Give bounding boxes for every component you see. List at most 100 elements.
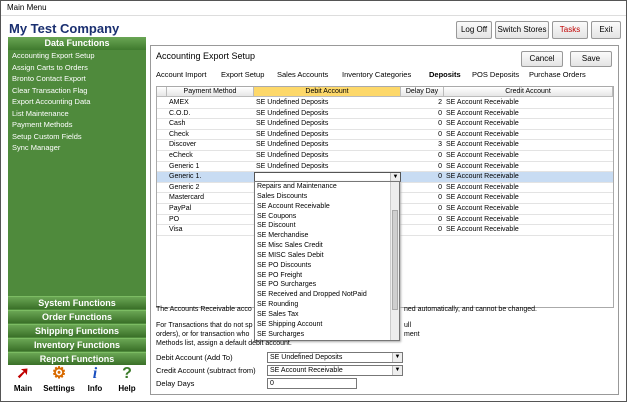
- dropdown-option[interactable]: SE Received and Dropped NotPaid: [255, 290, 399, 300]
- payment-method-cell[interactable]: PO: [167, 215, 254, 225]
- chevron-down-icon[interactable]: ▼: [390, 173, 400, 182]
- sidebar-item-clear-transaction-flag[interactable]: Clear Transaction Flag: [8, 85, 146, 97]
- credit-account-cell[interactable]: SE Account Receivable: [444, 130, 613, 140]
- row-indicator[interactable]: [157, 183, 167, 193]
- payment-method-cell[interactable]: Generic 1: [167, 162, 254, 172]
- sidebar-item-sync-manager[interactable]: Sync Manager: [8, 142, 146, 154]
- sidebar-header[interactable]: Data Functions: [8, 37, 146, 50]
- payment-method-cell[interactable]: Generic 1.: [167, 172, 254, 182]
- column-header-payment-method[interactable]: Payment Method: [167, 87, 254, 97]
- payment-method-cell[interactable]: Discover: [167, 140, 254, 150]
- row-indicator[interactable]: [157, 130, 167, 140]
- tasks-button[interactable]: Tasks: [552, 21, 588, 39]
- sidebar-item-payment-methods[interactable]: Payment Methods: [8, 119, 146, 131]
- tab-export-setup[interactable]: Export Setup: [221, 70, 264, 79]
- credit-account-cell[interactable]: SE Account Receivable: [444, 162, 613, 172]
- delay-days-cell[interactable]: 0: [401, 183, 444, 193]
- dropdown-option[interactable]: SE Misc Sales Credit: [255, 241, 399, 251]
- dropdown-scroll-thumb[interactable]: [392, 210, 398, 310]
- dropdown-option[interactable]: SE Shipping Account: [255, 320, 399, 330]
- delay-days-cell[interactable]: 0: [401, 204, 444, 214]
- delay-days-cell[interactable]: 0: [401, 215, 444, 225]
- debit-account-cell[interactable]: SE Undefined Deposits: [254, 140, 401, 150]
- dropdown-option[interactable]: SE MISC Sales Debit: [255, 251, 399, 261]
- credit-account-cell[interactable]: SE Account Receivable: [444, 225, 613, 235]
- dropdown-option[interactable]: Repairs and Maintenance: [255, 182, 399, 192]
- credit-account-cell[interactable]: SE Account Receivable: [444, 119, 613, 129]
- credit-account-cell[interactable]: SE Account Receivable: [444, 109, 613, 119]
- row-indicator[interactable]: [157, 98, 167, 108]
- table-row[interactable]: eCheck SE Undefined Deposits 0 SE Account R…: [157, 151, 613, 162]
- dropdown-option[interactable]: SE Merchandise: [255, 231, 399, 241]
- payment-method-cell[interactable]: PayPal: [167, 204, 254, 214]
- credit-account-cell[interactable]: SE Account Receivable: [444, 215, 613, 225]
- tab-sales-accounts[interactable]: Sales Accounts: [277, 70, 328, 79]
- logoff-button[interactable]: Log Off: [456, 21, 492, 39]
- delay-days-cell[interactable]: 0: [401, 172, 444, 182]
- delay-days-cell[interactable]: 0: [401, 162, 444, 172]
- dropdown-option[interactable]: SE PO Surcharges: [255, 280, 399, 290]
- delay-days-cell[interactable]: 0: [401, 193, 444, 203]
- column-header-delay-days[interactable]: Delay Day: [401, 87, 444, 97]
- debit-account-cell[interactable]: SE Undefined Deposits: [254, 162, 401, 172]
- table-row[interactable]: Discover SE Undefined Deposits 3 SE Account…: [157, 140, 613, 151]
- delay-days-cell[interactable]: 0: [401, 151, 444, 161]
- payment-method-cell[interactable]: Check: [167, 130, 254, 140]
- switch-stores-button[interactable]: Switch Stores: [495, 21, 549, 39]
- credit-account-cell[interactable]: SE Account Receivable: [444, 172, 613, 182]
- tab-purchase-orders[interactable]: Purchase Orders: [529, 70, 586, 79]
- credit-account-select[interactable]: SE Account Receivable ▼: [267, 365, 403, 376]
- column-header-credit-account[interactable]: Credit Account: [444, 87, 613, 97]
- row-indicator[interactable]: [157, 225, 167, 235]
- row-indicator[interactable]: [157, 204, 167, 214]
- inventory-functions-button[interactable]: Inventory Functions: [8, 338, 146, 351]
- tab-deposits[interactable]: Deposits: [429, 70, 461, 79]
- help-nav-button[interactable]: ? Help: [111, 364, 143, 393]
- main-nav-button[interactable]: ➚ Main: [7, 364, 39, 393]
- debit-account-cell[interactable]: SE Undefined Deposits: [254, 130, 401, 140]
- payment-method-cell[interactable]: AMEX: [167, 98, 254, 108]
- column-header-debit-account[interactable]: Debit Account: [254, 87, 401, 97]
- dropdown-option[interactable]: SE PO Discounts: [255, 261, 399, 271]
- payment-method-cell[interactable]: C.O.D.: [167, 109, 254, 119]
- debit-account-cell[interactable]: SE Undefined Deposits: [254, 119, 401, 129]
- debit-account-cell[interactable]: SE Undefined Deposits: [254, 98, 401, 108]
- system-functions-button[interactable]: System Functions: [8, 296, 146, 309]
- dropdown-option[interactable]: SE Account Receivable: [255, 202, 399, 212]
- tab-account-import[interactable]: Account Import: [156, 70, 206, 79]
- payment-method-cell[interactable]: Visa: [167, 225, 254, 235]
- exit-button[interactable]: Exit: [591, 21, 621, 39]
- tab-inventory-categories[interactable]: Inventory Categories: [342, 70, 411, 79]
- row-indicator[interactable]: [157, 172, 167, 182]
- order-functions-button[interactable]: Order Functions: [8, 310, 146, 323]
- chevron-down-icon[interactable]: ▼: [392, 366, 402, 375]
- shipping-functions-button[interactable]: Shipping Functions: [8, 324, 146, 337]
- chevron-down-icon[interactable]: ▼: [392, 353, 402, 362]
- delay-days-input[interactable]: 0: [267, 378, 357, 389]
- sidebar-item-assign-carts[interactable]: Assign Carts to Orders: [8, 62, 146, 74]
- delay-days-cell[interactable]: 0: [401, 225, 444, 235]
- dropdown-option[interactable]: SE Discount: [255, 221, 399, 231]
- debit-account-select[interactable]: SE Undefined Deposits ▼: [267, 352, 403, 363]
- sidebar-item-export-accounting-data[interactable]: Export Accounting Data: [8, 96, 146, 108]
- row-indicator[interactable]: [157, 162, 167, 172]
- debit-account-cell[interactable]: SE Undefined Deposits: [254, 109, 401, 119]
- sidebar-item-accounting-export-setup[interactable]: Accounting Export Setup: [8, 50, 146, 62]
- sidebar-item-bronto-contact-export[interactable]: Bronto Contact Export: [8, 73, 146, 85]
- credit-account-cell[interactable]: SE Account Receivable: [444, 151, 613, 161]
- sidebar-item-list-maintenance[interactable]: List Maintenance: [8, 108, 146, 120]
- row-indicator[interactable]: [157, 215, 167, 225]
- row-indicator[interactable]: [157, 140, 167, 150]
- row-indicator[interactable]: [157, 119, 167, 129]
- delay-days-cell[interactable]: 0: [401, 109, 444, 119]
- delay-days-cell[interactable]: 0: [401, 119, 444, 129]
- credit-account-cell[interactable]: SE Account Receivable: [444, 183, 613, 193]
- sidebar-item-setup-custom-fields[interactable]: Setup Custom Fields: [8, 131, 146, 143]
- delay-days-cell[interactable]: 0: [401, 130, 444, 140]
- delay-days-cell[interactable]: 2: [401, 98, 444, 108]
- payment-method-cell[interactable]: Cash: [167, 119, 254, 129]
- credit-account-cell[interactable]: SE Account Receivable: [444, 98, 613, 108]
- dropdown-option[interactable]: SE PO Freight: [255, 271, 399, 281]
- dropdown-option[interactable]: SE Rounding: [255, 300, 399, 310]
- tab-pos-deposits[interactable]: POS Deposits: [472, 70, 519, 79]
